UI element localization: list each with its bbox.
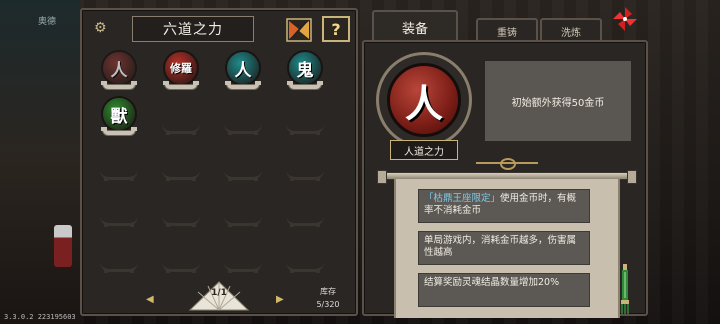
empty-slot[interactable] <box>98 188 140 230</box>
ornament-icon: ⚙ <box>94 20 107 36</box>
empty-slot[interactable] <box>222 142 264 184</box>
empty-slot[interactable] <box>222 96 264 138</box>
selected-orb: 人 <box>387 63 461 137</box>
effects-scroll[interactable]: 「枯鼎王座限定」使用金币时，有概率不消耗金币 单局游戏内，消耗金币越多，伤害属性… <box>394 179 620 318</box>
orb-name: 人道之力 <box>390 140 458 160</box>
close-pinwheel-icon[interactable] <box>612 6 638 32</box>
orb-stand <box>225 81 261 90</box>
scroll-tassel-icon <box>621 264 629 314</box>
effect-item: 单局游戏内，消耗金币越多，伤害属性越高 <box>418 231 590 265</box>
empty-slot[interactable] <box>222 188 264 230</box>
empty-slot-base <box>162 262 200 273</box>
effect-item: 「枯鼎王座限定」使用金币时，有概率不消耗金币 <box>418 189 590 223</box>
inventory-label: 库存 <box>320 287 336 296</box>
next-page-arrow[interactable]: ▶ <box>276 294 284 305</box>
divider-ornament <box>476 158 538 170</box>
orb-slot[interactable]: 人 <box>98 50 140 92</box>
orb-stand <box>101 81 137 90</box>
empty-slot-base <box>162 124 200 135</box>
empty-slot-base <box>286 262 324 273</box>
empty-slot-base <box>224 262 262 273</box>
page-number: 1/1 <box>211 288 227 298</box>
prev-page-arrow[interactable]: ◀ <box>146 294 154 305</box>
empty-slot[interactable] <box>160 188 202 230</box>
empty-slot[interactable] <box>222 234 264 276</box>
empty-slot[interactable] <box>284 188 326 230</box>
version-text: 3.3.0.2 223195603 <box>4 313 76 321</box>
six-paths-panel: ⚙ 六道之力 ? 人修羅人鬼獸 ◀ 1/1 ▶ 库存 5/320 <box>80 8 358 316</box>
empty-slot-base <box>100 170 138 181</box>
empty-slot[interactable] <box>160 234 202 276</box>
effect-item: 结算奖励灵魂结晶数量增加20% <box>418 273 590 307</box>
orb-slot[interactable]: 人 <box>222 50 264 92</box>
empty-slot[interactable] <box>284 234 326 276</box>
empty-slot[interactable] <box>160 142 202 184</box>
empty-slot-base <box>100 216 138 227</box>
orb-stand <box>287 81 323 90</box>
tab-equip[interactable]: 装备 <box>372 10 458 42</box>
empty-slot-base <box>286 124 324 135</box>
dungeon-scene <box>0 0 80 324</box>
orb-slot[interactable]: 鬼 <box>284 50 326 92</box>
selected-orb-frame: 人 <box>376 52 472 148</box>
tab-refine[interactable]: 洗炼 <box>540 18 602 42</box>
empty-slot[interactable] <box>160 96 202 138</box>
empty-slot-base <box>162 170 200 181</box>
empty-slot-base <box>224 216 262 227</box>
tab-reforge[interactable]: 重铸 <box>476 18 538 42</box>
empty-slot[interactable] <box>284 96 326 138</box>
inventory-count: 5/320 <box>316 300 340 309</box>
sort-icon[interactable] <box>286 18 312 42</box>
empty-slot[interactable] <box>98 142 140 184</box>
empty-slot-base <box>286 216 324 227</box>
orb-slot[interactable]: 修羅 <box>160 50 202 92</box>
panel-title: 六道之力 <box>132 16 254 42</box>
detail-panel: 人 人道之力 初始额外获得50金币 「枯鼎王座限定」使用金币时，有概率不消耗金币… <box>362 40 648 318</box>
orb-slot[interactable]: 獸 <box>98 96 140 138</box>
empty-slot[interactable] <box>98 234 140 276</box>
empty-slot-base <box>224 124 262 135</box>
scene-label: 奥德 <box>38 17 57 27</box>
empty-slot-base <box>224 170 262 181</box>
empty-slot-base <box>162 216 200 227</box>
orb-stand <box>101 127 137 136</box>
empty-slot[interactable] <box>284 142 326 184</box>
orb-description: 初始额外获得50金币 <box>484 60 632 142</box>
empty-slot-base <box>100 262 138 273</box>
npc-figure <box>54 225 72 267</box>
help-button[interactable]: ? <box>322 16 350 42</box>
empty-slot-base <box>286 170 324 181</box>
orb-stand <box>163 81 199 90</box>
